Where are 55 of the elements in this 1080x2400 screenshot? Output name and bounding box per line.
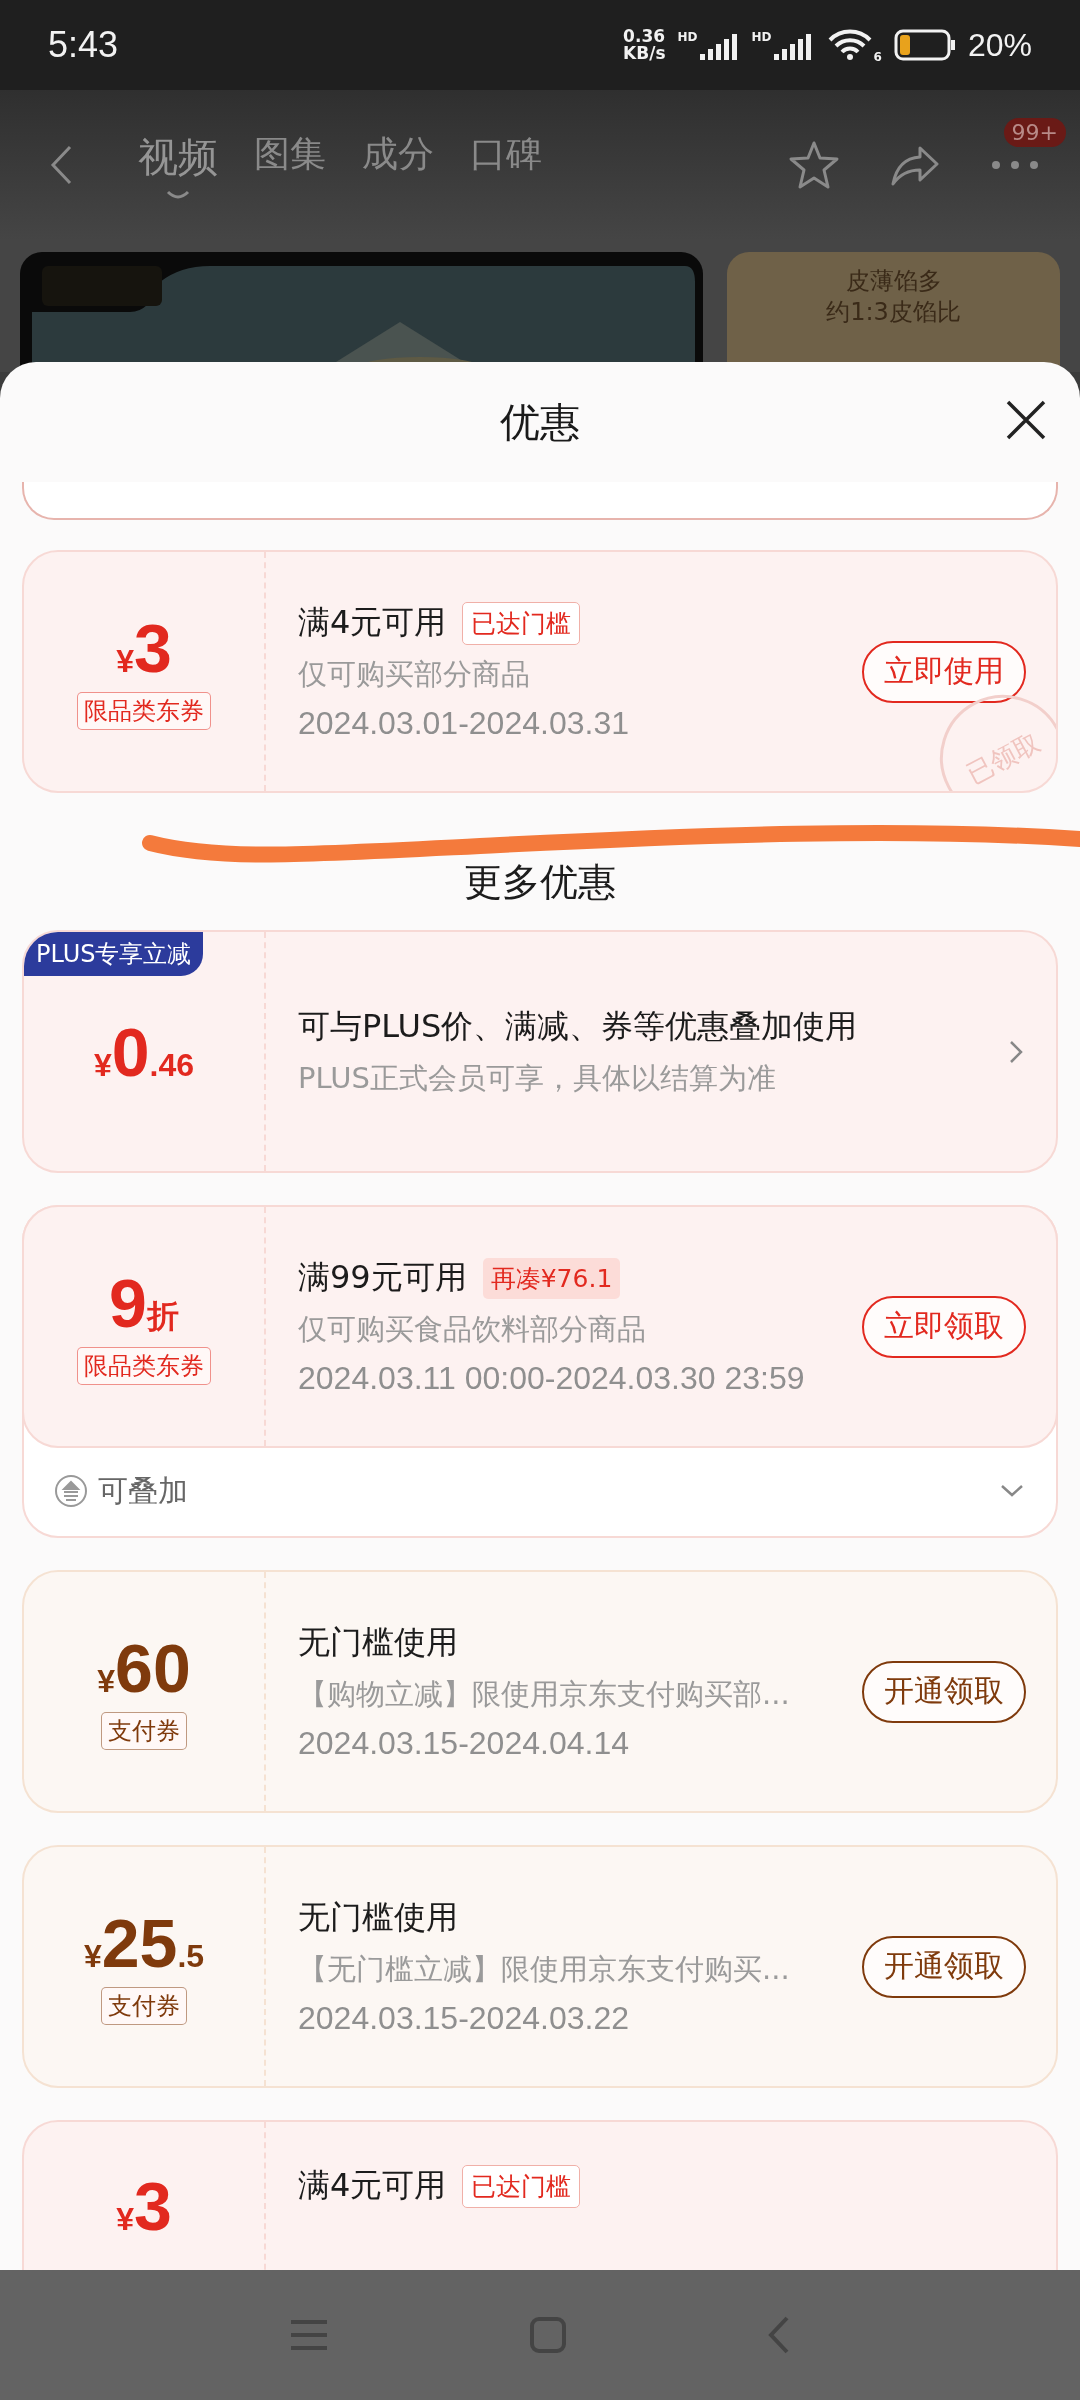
coupon-type-label: 限品类东券 bbox=[77, 691, 211, 730]
threshold-tag: 已达门槛 bbox=[462, 601, 581, 645]
coupon-action-button[interactable]: 立即领取 bbox=[862, 1295, 1026, 1358]
stackable-label: 可叠加 bbox=[98, 1471, 188, 1510]
coupon-type-label: 支付券 bbox=[101, 1986, 187, 2025]
coupon-type-label: 限品类东券 bbox=[77, 1346, 211, 1385]
coupon-action-button[interactable]: 立即使用 bbox=[862, 640, 1026, 703]
coupon-scope: 【购物立减】限使用京东支付购买部... bbox=[298, 1676, 791, 1713]
validity-date: 2024.03.11 00:00-2024.03.30 23:59 bbox=[298, 1360, 806, 1397]
battery-percent: 20% bbox=[967, 26, 1032, 64]
network-label: HD bbox=[677, 30, 698, 44]
coupon-amount: 9折 bbox=[109, 1268, 179, 1337]
coupon-amount: ¥3 bbox=[116, 613, 172, 682]
coupon-condition: 满4元可用 bbox=[298, 2165, 447, 2206]
header-tab[interactable]: 口碑 bbox=[470, 129, 542, 201]
coupon-condition: 无门槛使用 bbox=[298, 1622, 458, 1663]
coupon-type-label: 支付券 bbox=[101, 1711, 187, 1750]
coupon-amount: ¥3 bbox=[116, 2172, 172, 2240]
coupon-amount: ¥60 bbox=[97, 1633, 191, 1702]
speed-unit: KB/s bbox=[623, 45, 666, 62]
stack-icon bbox=[54, 1474, 88, 1508]
section-title: 更多优惠 bbox=[463, 859, 617, 906]
sheet-title: 优惠 bbox=[500, 397, 580, 447]
coupon-amount: ¥0.46 bbox=[93, 1017, 195, 1086]
validity-date: 2024.03.15-2024.03.22 bbox=[298, 2000, 630, 2037]
coupon-amount: ¥25.5 bbox=[83, 1908, 205, 1977]
coupon-condition: 满4元可用 bbox=[298, 602, 447, 643]
coupon-scope: 仅可购买食品饮料部分商品 bbox=[298, 1311, 647, 1348]
network-label: HD bbox=[751, 30, 772, 44]
validity-date: 2024.03.01-2024.03.31 bbox=[298, 705, 630, 742]
speed-value: 0.36 bbox=[623, 28, 666, 45]
coupon-action-button[interactable]: 开通领取 bbox=[862, 1660, 1026, 1723]
plus-badge: PLUS专享立减 bbox=[24, 932, 204, 976]
coupon-action-button[interactable]: 开通领取 bbox=[862, 1935, 1026, 1998]
coupon-condition: 无门槛使用 bbox=[298, 1897, 458, 1938]
status-time: 5:43 bbox=[48, 24, 119, 66]
header-tab[interactable]: 图集 bbox=[254, 129, 326, 201]
battery-icon bbox=[893, 29, 956, 61]
threshold-tag: 已达门槛 bbox=[462, 2164, 581, 2208]
threshold-tag: 再凑¥76.1 bbox=[482, 1257, 621, 1299]
coupon-condition: 满99元可用 bbox=[298, 1257, 467, 1298]
validity-date: 2024.03.15-2024.04.14 bbox=[298, 1725, 630, 1762]
coupon-scope: PLUS正式会员可享，具体以结算为准 bbox=[298, 1059, 777, 1097]
back-icon[interactable] bbox=[48, 143, 74, 187]
more-icon[interactable] bbox=[990, 159, 1040, 171]
header-tab[interactable]: 视频 bbox=[138, 129, 218, 201]
wifi-label: 6 bbox=[873, 49, 882, 64]
tab-indicator bbox=[165, 188, 191, 201]
coupon-condition: 可与PLUS价、满减、券等优惠叠加使用 bbox=[298, 1006, 859, 1048]
notification-badge: 99+ bbox=[1003, 118, 1066, 147]
header-tab[interactable]: 成分 bbox=[362, 129, 434, 201]
coupon-scope: 【无门槛立减】限使用京东支付购买... bbox=[298, 1951, 791, 1988]
coupon-scope: 仅可购买部分商品 bbox=[298, 656, 531, 693]
share-icon[interactable] bbox=[890, 144, 940, 186]
star-icon[interactable] bbox=[788, 140, 840, 190]
